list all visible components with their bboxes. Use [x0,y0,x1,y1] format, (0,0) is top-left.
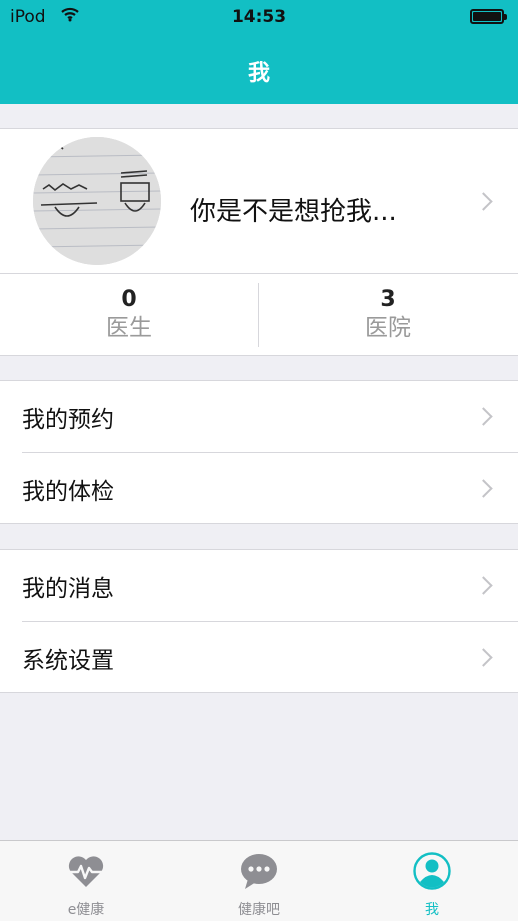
chevron-right-icon[interactable] [474,192,493,211]
menu-item-checkups[interactable]: 我的体检 [0,453,518,523]
avatar[interactable] [33,137,161,265]
menu-item-label: 系统设置 [22,648,114,674]
stat-hospitals[interactable]: 3 医院 [259,277,517,343]
user-icon [413,852,451,890]
chevron-right-icon [474,648,493,667]
menu-item-appointments[interactable]: 我的预约 [0,381,518,451]
stat-doctors[interactable]: 0 医生 [0,277,258,343]
tab-label: 健康吧 [238,902,280,918]
menu-item-messages[interactable]: 我的消息 [0,550,518,620]
stat-hospitals-label: 医院 [365,315,411,341]
menu-item-label: 我的预约 [22,407,114,433]
chevron-right-icon [474,407,493,426]
app-header: iPod 14:53 我 [0,0,518,104]
menu-group-2: 我的消息 系统设置 [0,549,518,693]
chevron-right-icon [474,576,493,595]
tab-e-health[interactable]: e健康 [0,841,172,921]
menu-group-1: 我的预约 我的体检 [0,380,518,524]
tab-health-forum[interactable]: 健康吧 [173,841,345,921]
menu-item-label: 我的体检 [22,479,114,505]
divider [0,273,518,274]
status-bar: iPod 14:53 [0,0,518,36]
stat-doctors-label: 医生 [106,315,152,341]
profile-card: 你是不是想抢我... 0 医生 3 医院 [0,128,518,356]
heart-pulse-icon [68,856,104,887]
chat-bubble-icon [241,854,277,889]
battery-icon [470,9,507,24]
page-title: 我 [247,61,270,86]
chevron-right-icon [474,479,493,498]
tab-bar: e健康 健康吧 我 [0,840,518,921]
tab-label: e健康 [67,902,105,918]
tab-label: 我 [425,902,439,918]
stat-doctors-count: 0 [121,287,137,312]
menu-item-settings[interactable]: 系统设置 [0,622,518,692]
status-time: 14:53 [231,7,287,27]
menu-item-label: 我的消息 [22,576,114,602]
stat-hospitals-count: 3 [380,287,396,312]
tab-me[interactable]: 我 [346,841,518,921]
profile-name[interactable]: 你是不是想抢我... [190,191,397,228]
